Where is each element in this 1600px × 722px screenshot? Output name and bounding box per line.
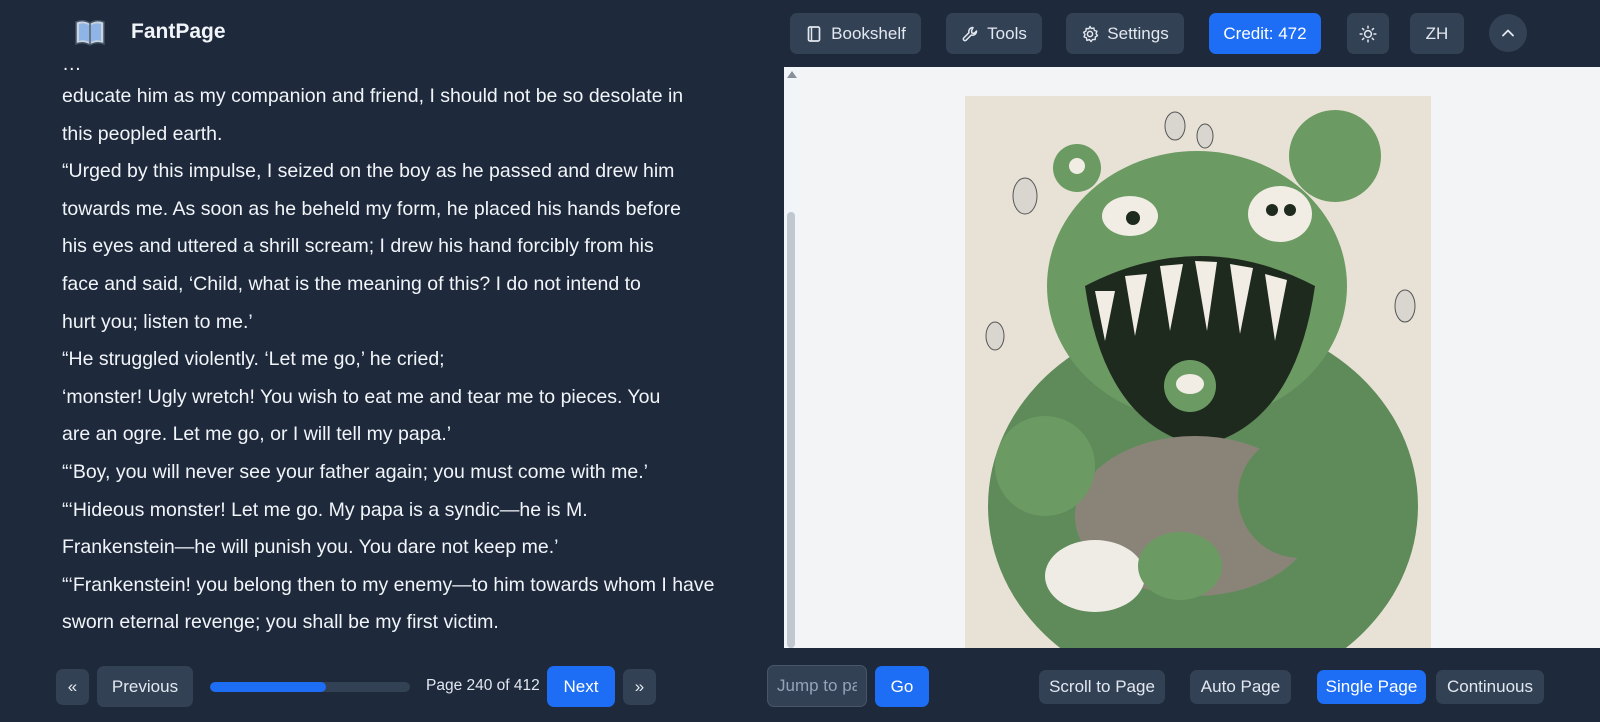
tools-button[interactable]: Tools	[946, 13, 1042, 54]
previous-button[interactable]: Previous	[97, 666, 193, 707]
illustration-pane	[798, 67, 1600, 648]
scroll-to-page-button[interactable]: Scroll to Page	[1039, 670, 1165, 704]
settings-button[interactable]: Settings	[1066, 13, 1184, 54]
text-line: “Urged by this impulse, I seized on the …	[62, 160, 675, 183]
reading-progress-bar	[210, 682, 410, 692]
next-label: Next	[563, 676, 599, 696]
reader-text-pane: … educate him as my companion and friend…	[0, 67, 784, 648]
gear-icon	[1083, 25, 1099, 42]
text-line: towards me. As soon as he beheld my form…	[62, 197, 681, 220]
book-icon	[807, 25, 821, 42]
previous-label: Previous	[111, 676, 179, 696]
book-open-icon	[74, 18, 106, 48]
text-line: “‘Boy, you will never see your father ag…	[62, 461, 648, 483]
first-page-button[interactable]: «	[56, 669, 89, 705]
settings-label: Settings	[1107, 23, 1169, 43]
auto-page-label: Auto Page	[1200, 677, 1281, 696]
app-title: FantPage	[131, 20, 226, 43]
sun-icon	[1359, 24, 1377, 43]
text-line: are an ogre. Let me go, or I will tell m…	[62, 423, 452, 446]
text-line: ‘monster! Ugly wretch! You wish to eat m…	[62, 385, 661, 408]
text-line: hurt you; listen to me.’	[62, 310, 253, 333]
chevron-up-icon	[1502, 29, 1514, 37]
continuous-button[interactable]: Continuous	[1436, 670, 1544, 704]
text-line: face and said, ‘Child, what is the meani…	[62, 273, 641, 295]
scroll-up-arrow[interactable]	[787, 71, 797, 78]
jump-to-page-input[interactable]	[767, 665, 867, 707]
wrench-icon	[962, 26, 978, 41]
text-line: his eyes and uttered a shrill scream; I …	[62, 235, 654, 258]
top-bar: FantPage Bookshelf Tools Settings Credit…	[0, 0, 1600, 67]
page-illustration	[965, 96, 1431, 648]
continuous-label: Continuous	[1446, 677, 1533, 696]
next-button[interactable]: Next	[547, 666, 615, 707]
tools-label: Tools	[987, 23, 1027, 43]
auto-page-button[interactable]: Auto Page	[1190, 670, 1291, 704]
theme-toggle-button[interactable]	[1347, 13, 1389, 54]
last-page-label: »	[634, 677, 645, 696]
reading-progress-fill	[210, 682, 326, 692]
credit-label: Credit: 472	[1223, 23, 1307, 43]
partial-line: …	[62, 67, 82, 76]
language-label: ZH	[1425, 23, 1449, 43]
last-page-button[interactable]: »	[623, 669, 656, 705]
scroll-to-page-label: Scroll to Page	[1049, 677, 1155, 696]
text-line: “He struggled violently. ‘Let me go,’ he…	[62, 348, 445, 371]
bookshelf-button[interactable]: Bookshelf	[790, 13, 921, 54]
page-indicator: Page 240 of 412	[426, 677, 540, 694]
single-page-label: Single Page	[1325, 677, 1418, 696]
go-label: Go	[890, 676, 914, 696]
text-line: sworn eternal revenge; you shall be my f…	[62, 611, 499, 634]
language-button[interactable]: ZH	[1410, 13, 1464, 54]
text-line: “‘Hideous monster! Let me go. My papa is…	[62, 498, 588, 521]
text-line: “‘Frankenstein! you belong then to my en…	[62, 573, 715, 596]
single-page-button[interactable]: Single Page	[1317, 670, 1426, 704]
scrollbar-thumb[interactable]	[787, 212, 795, 648]
text-line: this peopled earth.	[62, 122, 223, 145]
bookshelf-label: Bookshelf	[831, 23, 906, 43]
credit-button[interactable]: Credit: 472	[1209, 13, 1321, 54]
collapse-button[interactable]	[1489, 14, 1527, 52]
text-line: Frankenstein—he will punish you. You dar…	[62, 536, 559, 559]
text-line: educate him as my companion and friend, …	[62, 85, 684, 107]
go-button[interactable]: Go	[875, 666, 929, 707]
first-page-label: «	[67, 677, 78, 696]
